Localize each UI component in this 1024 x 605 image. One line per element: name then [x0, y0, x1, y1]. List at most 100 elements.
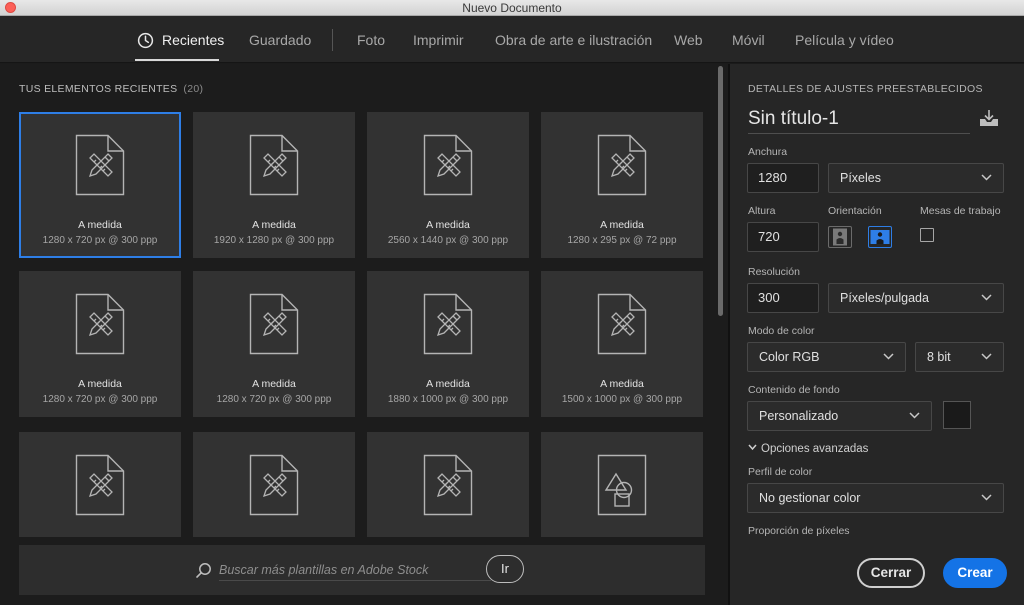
window-titlebar: Nuevo Documento — [0, 0, 1024, 16]
custom-doc-icon — [249, 134, 299, 196]
tab-foto[interactable]: Foto — [357, 32, 385, 48]
recent-item-size: 1280 x 295 px @ 72 ppp — [567, 235, 677, 246]
custom-doc-icon — [75, 454, 125, 516]
stock-search-input[interactable] — [219, 559, 491, 581]
recent-item-name: A medida — [252, 219, 296, 231]
recent-item-card[interactable]: A medida 1280 x 295 px @ 72 ppp — [541, 112, 703, 258]
create-button[interactable]: Crear — [943, 558, 1007, 588]
custom-doc-icon — [75, 293, 125, 355]
recent-item-card[interactable]: A medida 2560 x 1440 px @ 300 ppp — [367, 112, 529, 258]
active-tab-indicator — [135, 59, 219, 61]
tab-imprimir[interactable]: Imprimir — [413, 32, 464, 48]
recent-section-title: TUS ELEMENTOS RECIENTES (20) — [19, 83, 203, 95]
height-input[interactable]: 720 — [747, 222, 819, 252]
tab-movil[interactable]: Móvil — [732, 32, 765, 48]
custom-doc-icon — [423, 454, 473, 516]
scrollbar[interactable] — [718, 66, 724, 594]
tab-pelicula-y-video[interactable]: Película y vídeo — [795, 32, 894, 48]
chevron-down-icon — [981, 494, 992, 501]
preset-details-panel: DETALLES DE AJUSTES PREESTABLECIDOS Sin … — [730, 64, 1024, 605]
resolution-unit-select[interactable]: Píxeles/pulgada — [828, 283, 1004, 313]
recent-item-name: A medida — [78, 219, 122, 231]
resolution-unit-value: Píxeles/pulgada — [840, 291, 929, 305]
width-unit-select[interactable]: Píxeles — [828, 163, 1004, 193]
resolution-input[interactable]: 300 — [747, 283, 819, 313]
custom-doc-icon — [75, 134, 125, 196]
document-name-underline — [748, 133, 970, 134]
recent-item-size: 1920 x 1280 px @ 300 ppp — [213, 235, 335, 246]
landscape-orientation-button[interactable] — [868, 226, 892, 248]
scrollbar-thumb[interactable] — [718, 66, 723, 316]
custom-doc-icon — [423, 134, 473, 196]
advanced-options-label: Opciones avanzadas — [761, 443, 869, 455]
category-tabs: Recientes Guardado Foto Imprimir Obra de… — [0, 16, 1024, 63]
recent-item-size: 1880 x 1000 px @ 300 ppp — [387, 394, 509, 405]
background-color-swatch[interactable] — [943, 401, 971, 429]
advanced-options-toggle[interactable]: Opciones avanzadas — [748, 443, 868, 455]
recent-count: (20) — [183, 83, 204, 95]
height-label: Altura — [748, 205, 776, 217]
bit-depth-value: 8 bit — [927, 350, 951, 364]
portrait-orientation-button[interactable] — [828, 226, 852, 248]
recent-item-card[interactable]: A medida 1500 x 1000 px @ 300 ppp — [541, 271, 703, 417]
recent-item-card[interactable] — [193, 432, 355, 537]
artboards-label: Mesas de trabajo — [920, 205, 1001, 217]
portrait-icon — [833, 228, 847, 246]
recent-item-size: 1280 x 720 px @ 300 ppp — [216, 394, 332, 405]
recent-item-size: 2560 x 1440 px @ 300 ppp — [387, 235, 509, 246]
search-icon — [196, 563, 211, 578]
document-name-field[interactable]: Sin título-1 — [748, 108, 839, 130]
resolution-label: Resolución — [748, 266, 800, 278]
recent-section-label: TUS ELEMENTOS RECIENTES — [19, 83, 178, 95]
chevron-down-icon — [981, 294, 992, 301]
tab-guardado[interactable]: Guardado — [249, 32, 311, 48]
recent-items-panel: TUS ELEMENTOS RECIENTES (20) A medida 1280… — [0, 64, 728, 605]
tab-recientes[interactable]: Recientes — [162, 32, 224, 48]
background-label: Contenido de fondo — [748, 384, 840, 396]
shapes-doc-icon — [597, 454, 647, 516]
recent-item-card[interactable] — [541, 432, 703, 537]
color-profile-select[interactable]: No gestionar color — [747, 483, 1004, 513]
color-mode-label: Modo de color — [748, 325, 815, 337]
close-button[interactable]: Cerrar — [857, 558, 925, 588]
bit-depth-select[interactable]: 8 bit — [915, 342, 1004, 372]
save-preset-icon[interactable] — [978, 109, 1000, 127]
recent-item-name: A medida — [78, 378, 122, 390]
recent-item-card[interactable]: A medida 1880 x 1000 px @ 300 ppp — [367, 271, 529, 417]
recent-item-name: A medida — [426, 378, 470, 390]
recent-item-name: A medida — [252, 378, 296, 390]
recent-item-name: A medida — [426, 219, 470, 231]
custom-doc-icon — [249, 454, 299, 516]
pixel-ratio-label: Proporción de píxeles — [748, 525, 850, 537]
custom-doc-icon — [597, 134, 647, 196]
artboards-checkbox[interactable] — [920, 228, 934, 242]
recent-item-card[interactable]: A medida 1280 x 720 px @ 300 ppp — [19, 271, 181, 417]
search-go-button[interactable]: Ir — [486, 555, 524, 583]
background-select[interactable]: Personalizado — [747, 401, 932, 431]
color-mode-select[interactable]: Color RGB — [747, 342, 906, 372]
chevron-down-icon — [748, 444, 757, 451]
custom-doc-icon — [423, 293, 473, 355]
recent-item-card[interactable]: A medida 1920 x 1280 px @ 300 ppp — [193, 112, 355, 258]
recent-item-size: 1280 x 720 px @ 300 ppp — [42, 394, 158, 405]
tab-web[interactable]: Web — [674, 32, 703, 48]
stock-search-bar: Ir — [19, 545, 705, 595]
width-label: Anchura — [748, 146, 788, 158]
orientation-label: Orientación — [828, 205, 882, 217]
recent-item-card[interactable] — [19, 432, 181, 537]
recent-item-name: A medida — [600, 219, 644, 231]
tab-obra-de-arte[interactable]: Obra de arte e ilustración — [495, 32, 652, 48]
width-input[interactable]: 1280 — [747, 163, 819, 193]
recent-item-size: 1280 x 720 px @ 300 ppp — [42, 235, 158, 246]
recent-item-card[interactable]: A medida 1280 x 720 px @ 300 ppp — [193, 271, 355, 417]
width-unit-value: Píxeles — [840, 171, 881, 185]
chevron-down-icon — [981, 353, 992, 360]
recent-item-card[interactable]: A medida 1280 x 720 px @ 300 ppp — [19, 112, 181, 258]
recent-item-card[interactable] — [367, 432, 529, 537]
custom-doc-icon — [597, 293, 647, 355]
window-title: Nuevo Documento — [462, 1, 562, 15]
chevron-down-icon — [981, 174, 992, 181]
recent-item-name: A medida — [600, 378, 644, 390]
chevron-down-icon — [909, 412, 920, 419]
custom-doc-icon — [249, 293, 299, 355]
